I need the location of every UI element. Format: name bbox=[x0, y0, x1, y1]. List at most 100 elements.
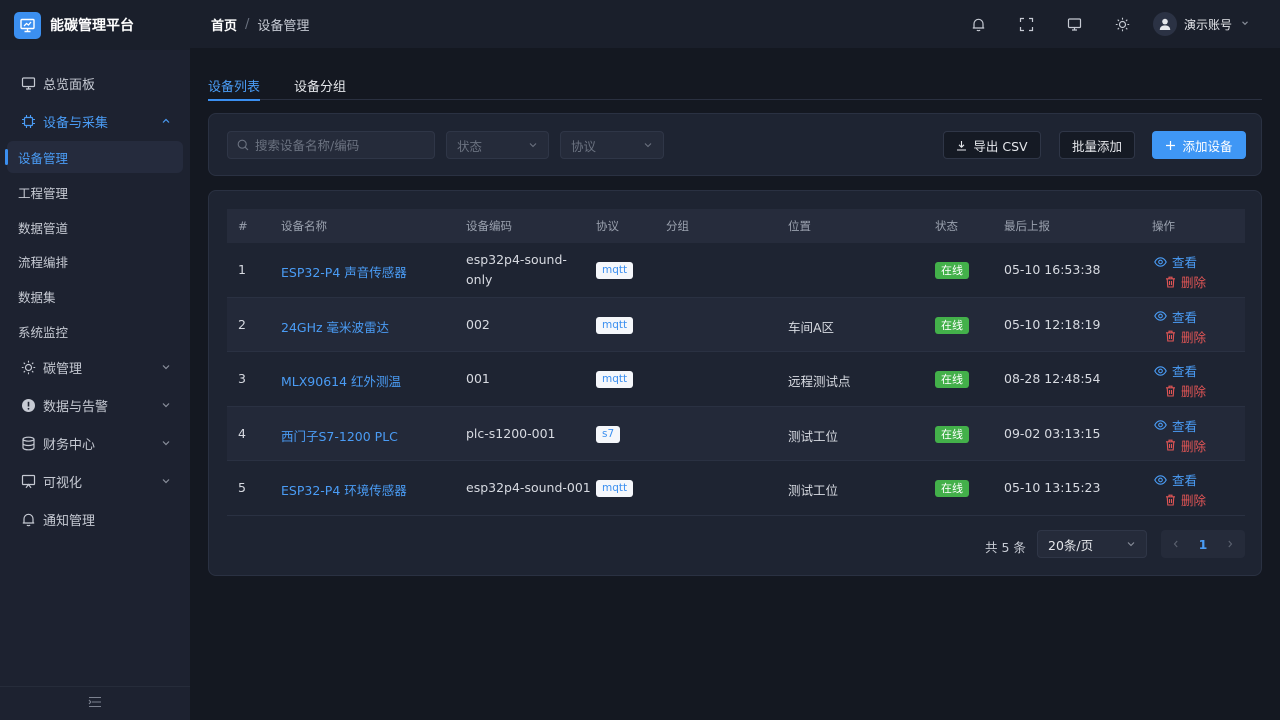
chevron-up-icon bbox=[160, 115, 172, 127]
column-header: 协议 bbox=[596, 219, 619, 233]
top-header: 首页 / 设备管理 演示账号 bbox=[190, 0, 1280, 48]
device-name-link[interactable]: MLX90614 红外测温 bbox=[281, 371, 401, 390]
device-code: 001 bbox=[466, 371, 490, 387]
delete-label: 删除 bbox=[1181, 275, 1207, 290]
brand: 能碳管理平台 bbox=[0, 0, 190, 50]
sidebar-sub-dataset[interactable]: 数据集 bbox=[0, 279, 190, 314]
eye-icon bbox=[1154, 420, 1167, 431]
column-header: 最后上报 bbox=[1004, 219, 1050, 233]
board-icon bbox=[20, 473, 36, 489]
delete-label: 删除 bbox=[1181, 438, 1207, 454]
sidebar-sub-project-management[interactable]: 工程管理 bbox=[0, 175, 190, 210]
sidebar-item-label: 通知管理 bbox=[43, 513, 96, 529]
protocol-select[interactable]: 协议 bbox=[560, 131, 664, 159]
view-label: 查看 bbox=[1172, 309, 1198, 325]
bell-icon[interactable] bbox=[971, 16, 987, 32]
fullscreen-icon[interactable] bbox=[1019, 16, 1035, 32]
last-report-time: 09-02 03:13:15 bbox=[1004, 425, 1101, 441]
device-code: 002 bbox=[466, 316, 490, 332]
tab-device-list[interactable]: 设备列表 bbox=[208, 70, 261, 101]
status-badge: 在线 bbox=[935, 316, 969, 334]
breadcrumb-separator: / bbox=[245, 16, 250, 32]
prev-page-button[interactable] bbox=[1171, 539, 1181, 549]
search-input[interactable] bbox=[255, 137, 425, 153]
view-button[interactable]: 查看 bbox=[1154, 416, 1197, 435]
trash-icon bbox=[1165, 276, 1176, 288]
row-index: 3 bbox=[238, 371, 246, 387]
sidebar-item-label: 设备与采集 bbox=[43, 115, 109, 131]
device-name-link[interactable]: 西门子S7-1200 PLC bbox=[281, 426, 398, 445]
column-header: 设备名称 bbox=[281, 219, 327, 233]
device-name-link[interactable]: ESP32-P4 环境传感器 bbox=[281, 480, 407, 499]
sun-icon[interactable] bbox=[1115, 16, 1131, 32]
eye-icon bbox=[1154, 365, 1167, 376]
alert-icon bbox=[20, 397, 36, 413]
table-row: 2 24GHz 毫米波雷达 002 mqtt 车间A区 在线 05-10 12:18:19 查… bbox=[227, 297, 1245, 353]
device-location: 测试工位 bbox=[788, 428, 839, 444]
tab-device-groups[interactable]: 设备分组 bbox=[294, 70, 346, 100]
delete-button[interactable]: 删除 bbox=[1165, 490, 1206, 509]
sidebar-item-devices[interactable]: 设备与采集 bbox=[0, 102, 190, 140]
device-name-link[interactable]: 24GHz 毫米波雷达 bbox=[281, 317, 389, 336]
table-row: 1 ESP32-P4 声音传感器 esp32p4-sound-only mqtt 在线 0… bbox=[227, 243, 1245, 298]
table-row: 5 ESP32-P4 环境传感器 esp32p4-sound-001 mqtt 测试工位… bbox=[227, 461, 1245, 516]
batch-add-button[interactable]: 批量添加 bbox=[1059, 131, 1135, 159]
trash-icon bbox=[1165, 494, 1176, 506]
sidebar-sub-system-monitor[interactable]: 系统监控 bbox=[0, 314, 190, 349]
export-csv-button[interactable]: 导出 CSV bbox=[943, 131, 1041, 159]
chevron-down-icon bbox=[160, 361, 172, 373]
chip-icon bbox=[20, 113, 36, 129]
sidebar-item-overview[interactable]: 总览面板 bbox=[0, 64, 190, 102]
view-button[interactable]: 查看 bbox=[1154, 252, 1197, 271]
user-menu[interactable]: 演示账号 bbox=[1152, 12, 1250, 36]
device-location: 车间A区 bbox=[788, 319, 835, 335]
view-label: 查看 bbox=[1172, 418, 1198, 434]
last-report-time: 05-10 16:53:38 bbox=[1004, 262, 1101, 277]
delete-button[interactable]: 删除 bbox=[1165, 381, 1206, 400]
view-button[interactable]: 查看 bbox=[1154, 361, 1197, 380]
trash-icon bbox=[1165, 439, 1176, 451]
view-button[interactable]: 查看 bbox=[1154, 470, 1197, 489]
sidebar-collapse-button[interactable] bbox=[0, 686, 190, 720]
last-report-time: 05-10 12:18:19 bbox=[1004, 316, 1101, 332]
add-device-button[interactable]: 添加设备 bbox=[1152, 131, 1246, 159]
protocol-tag: mqtt bbox=[596, 371, 634, 389]
page-number-current[interactable]: 1 bbox=[1199, 537, 1208, 552]
next-page-button[interactable] bbox=[1225, 539, 1235, 549]
sidebar-item-carbon[interactable]: 碳管理 bbox=[0, 348, 190, 386]
monitor-icon bbox=[20, 75, 36, 91]
sidebar-sub-workflow[interactable]: 流程编排 bbox=[0, 244, 190, 279]
app-title: 能碳管理平台 bbox=[50, 18, 134, 34]
sidebar-sub-data-pipeline[interactable]: 数据管道 bbox=[0, 210, 190, 245]
sidebar-item-label: 可视化 bbox=[43, 475, 83, 491]
status-select-placeholder: 状态 bbox=[457, 138, 483, 154]
sidebar-item-label: 财务中心 bbox=[43, 437, 96, 453]
column-header: 状态 bbox=[935, 219, 958, 233]
page-size-select[interactable]: 20条/页 bbox=[1037, 530, 1147, 558]
status-select[interactable]: 状态 bbox=[446, 131, 549, 159]
column-header: 位置 bbox=[788, 219, 811, 233]
sidebar-item-visualization[interactable]: 可视化 bbox=[0, 462, 190, 500]
pagination: 1 bbox=[1161, 530, 1245, 558]
breadcrumb-home[interactable]: 首页 bbox=[211, 15, 237, 34]
table-header: # 设备名称 设备编码 协议 分组 位置 状态 最后上报 操作 bbox=[227, 209, 1245, 243]
device-name-link[interactable]: ESP32-P4 声音传感器 bbox=[281, 262, 407, 281]
protocol-tag: s7 bbox=[596, 425, 621, 443]
device-location: 测试工位 bbox=[788, 483, 839, 499]
delete-button[interactable]: 删除 bbox=[1165, 436, 1206, 455]
sidebar-sub-device-management[interactable]: 设备管理 bbox=[5, 141, 183, 173]
search-box bbox=[227, 131, 435, 159]
page-size-value: 20条/页 bbox=[1048, 537, 1094, 553]
breadcrumb-current: 设备管理 bbox=[257, 18, 310, 34]
batch-add-label: 批量添加 bbox=[1071, 138, 1122, 154]
chevron-down-icon bbox=[528, 140, 538, 150]
sidebar-item-notifications[interactable]: 通知管理 bbox=[0, 500, 190, 538]
sidebar-item-data-alerts[interactable]: 数据与告警 bbox=[0, 386, 190, 424]
delete-button[interactable]: 删除 bbox=[1165, 272, 1206, 291]
view-button[interactable]: 查看 bbox=[1154, 307, 1197, 326]
tab-bar: 设备列表 设备分组 bbox=[208, 70, 1262, 101]
monitor-icon[interactable] bbox=[1067, 16, 1083, 32]
view-label: 查看 bbox=[1172, 255, 1198, 270]
delete-button[interactable]: 删除 bbox=[1165, 327, 1206, 346]
sidebar-item-finance[interactable]: 财务中心 bbox=[0, 424, 190, 462]
